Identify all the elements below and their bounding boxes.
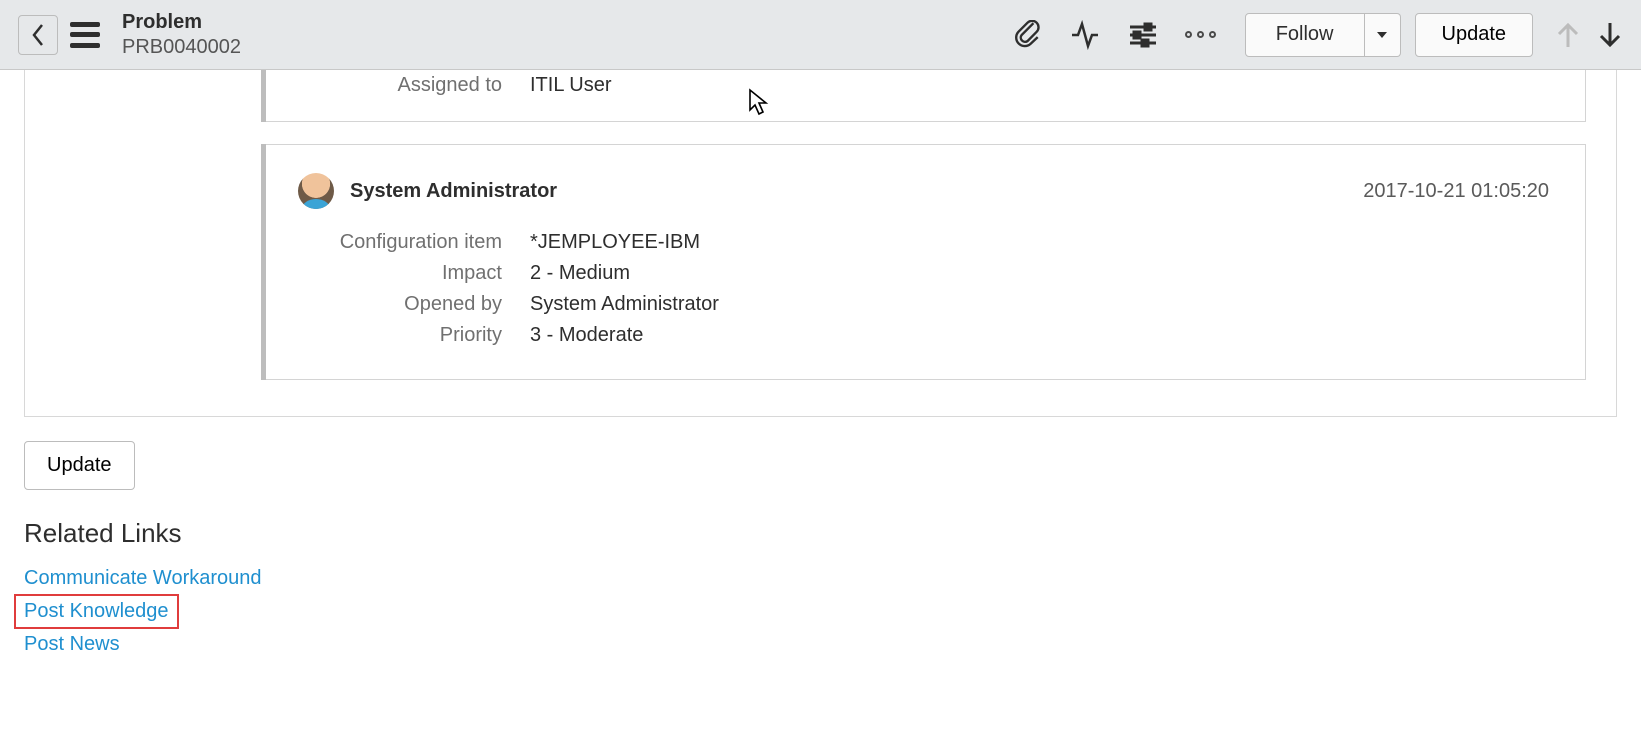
- highlight-box: Post Knowledge: [14, 594, 179, 629]
- activity-card-top: Assigned to ITIL User: [261, 70, 1586, 122]
- back-button[interactable]: [18, 15, 58, 55]
- related-link-post-knowledge[interactable]: Post Knowledge: [24, 596, 169, 627]
- field-label: Priority: [298, 324, 530, 347]
- follow-dropdown[interactable]: [1365, 13, 1401, 57]
- field-row: Assigned to ITIL User: [298, 70, 1549, 101]
- header-toolbar: [1011, 19, 1217, 51]
- activity-card: System Administrator 2017-10-21 01:05:20…: [261, 144, 1586, 380]
- field-value: *JEMPLOYEE-IBM: [530, 231, 700, 254]
- follow-button[interactable]: Follow: [1245, 13, 1365, 57]
- field-label: Assigned to: [298, 74, 530, 97]
- related-link-communicate-workaround[interactable]: Communicate Workaround: [24, 563, 262, 594]
- related-links-section: Related Links Communicate Workaround Pos…: [24, 518, 1617, 660]
- follow-button-group: Follow: [1245, 13, 1401, 57]
- activity-timestamp: 2017-10-21 01:05:20: [1363, 180, 1549, 203]
- update-header-button[interactable]: Update: [1415, 13, 1534, 57]
- record-type: Problem: [122, 10, 241, 35]
- field-row: Priority 3 - Moderate: [298, 320, 1549, 351]
- main-scroll-area[interactable]: Assigned to ITIL User System Administrat…: [0, 70, 1641, 738]
- more-options-icon[interactable]: [1185, 19, 1217, 51]
- form-actions: Update: [24, 441, 1617, 490]
- record-title-block: Problem PRB0040002: [122, 10, 241, 60]
- field-label: Configuration item: [298, 231, 530, 254]
- avatar: [298, 173, 334, 209]
- header-bar: Problem PRB0040002 Follow: [0, 0, 1641, 70]
- author-name: System Administrator: [350, 180, 557, 203]
- field-value: System Administrator: [530, 293, 719, 316]
- field-label: Opened by: [298, 293, 530, 316]
- previous-record-button[interactable]: [1547, 13, 1589, 57]
- field-value: 3 - Moderate: [530, 324, 643, 347]
- update-button[interactable]: Update: [24, 441, 135, 490]
- field-value: ITIL User: [530, 74, 612, 97]
- field-label: Impact: [298, 262, 530, 285]
- related-link-post-news[interactable]: Post News: [24, 629, 120, 660]
- activity-card-header: System Administrator 2017-10-21 01:05:20: [298, 173, 1549, 209]
- attachment-icon[interactable]: [1011, 19, 1043, 51]
- menu-icon[interactable]: [70, 22, 100, 48]
- record-number: PRB0040002: [122, 35, 241, 60]
- next-record-button[interactable]: [1589, 13, 1631, 57]
- activity-stream: Assigned to ITIL User System Administrat…: [24, 70, 1617, 417]
- field-value: 2 - Medium: [530, 262, 630, 285]
- field-row: Configuration item *JEMPLOYEE-IBM: [298, 227, 1549, 258]
- activity-icon[interactable]: [1069, 19, 1101, 51]
- field-row: Opened by System Administrator: [298, 289, 1549, 320]
- field-row: Impact 2 - Medium: [298, 258, 1549, 289]
- settings-slider-icon[interactable]: [1127, 19, 1159, 51]
- related-links-heading: Related Links: [24, 518, 1617, 549]
